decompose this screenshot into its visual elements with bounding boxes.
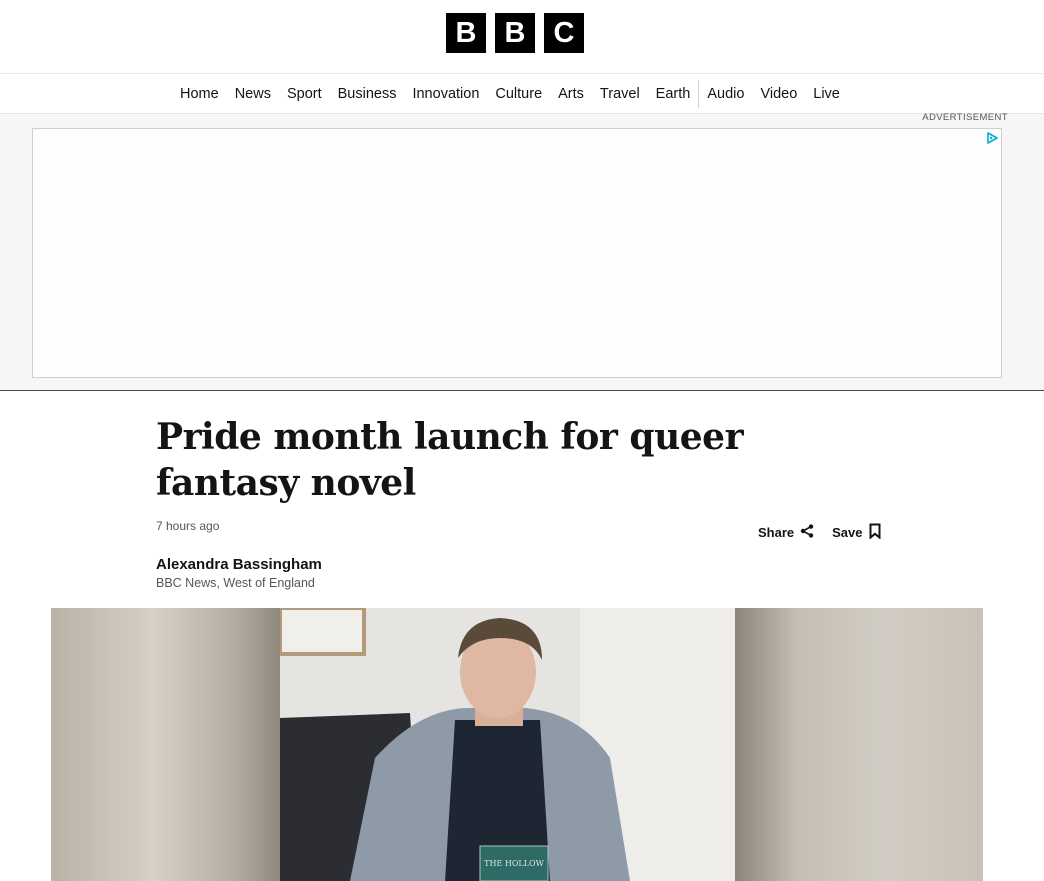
ad-label: ADVERTISEMENT <box>922 112 1008 123</box>
bbc-logo[interactable]: B B C <box>446 13 584 53</box>
save-label: Save <box>832 525 863 540</box>
nav-item-arts[interactable]: Arts <box>550 74 592 114</box>
ad-slot[interactable] <box>32 128 1002 378</box>
bookmark-icon <box>869 523 881 542</box>
author-portrait-illustration: THE HOLLOW <box>278 608 735 881</box>
logo-letter-b2: B <box>495 13 535 53</box>
hero-blur-right <box>735 608 983 881</box>
share-button[interactable]: Share <box>758 524 814 541</box>
adchoices-icon[interactable] <box>986 131 998 144</box>
nav-list: Home News Sport Business Innovation Cult… <box>172 74 848 114</box>
hero-book-title: THE HOLLOW <box>484 859 544 868</box>
share-icon <box>800 524 814 541</box>
masthead: B B C <box>0 0 1044 73</box>
article-timestamp: 7 hours ago <box>156 519 220 533</box>
nav-item-video[interactable]: Video <box>752 74 805 114</box>
nav-item-business[interactable]: Business <box>330 74 405 114</box>
hero-image: THE HOLLOW <box>51 608 983 881</box>
logo-letter-c: C <box>544 13 584 53</box>
nav-item-news[interactable]: News <box>227 74 279 114</box>
save-button[interactable]: Save <box>832 523 881 542</box>
nav-item-audio[interactable]: Audio <box>699 74 752 114</box>
author-organisation: BBC News, West of England <box>156 576 315 590</box>
nav-item-earth[interactable]: Earth <box>648 74 699 114</box>
nav-item-home[interactable]: Home <box>172 74 227 114</box>
article-headline: Pride month launch for queer fantasy nov… <box>156 416 744 504</box>
share-label: Share <box>758 525 795 540</box>
nav-item-live[interactable]: Live <box>805 74 848 114</box>
nav-item-travel[interactable]: Travel <box>592 74 648 114</box>
author-name[interactable]: Alexandra Bassingham <box>156 556 322 573</box>
main-nav: Home News Sport Business Innovation Cult… <box>0 73 1044 114</box>
hero-photo: THE HOLLOW <box>278 608 735 881</box>
nav-item-innovation[interactable]: Innovation <box>404 74 487 114</box>
nav-item-culture[interactable]: Culture <box>487 74 550 114</box>
article-actions: Share Save <box>758 523 881 542</box>
nav-item-sport[interactable]: Sport <box>279 74 330 114</box>
hero-blur-left <box>51 608 280 881</box>
logo-letter-b1: B <box>446 13 486 53</box>
